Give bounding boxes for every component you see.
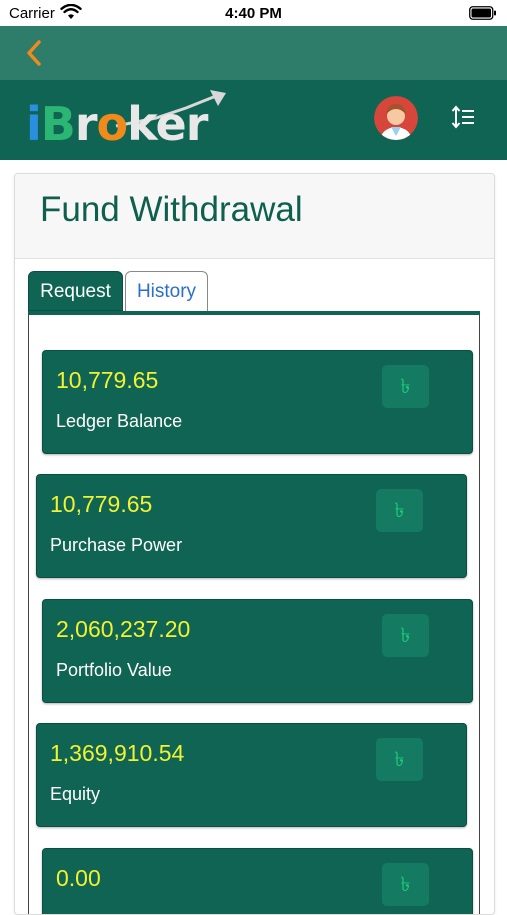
user-avatar[interactable] xyxy=(374,96,418,140)
nav-bar xyxy=(0,26,507,80)
taka-icon: ৳ xyxy=(376,489,423,532)
tab-history[interactable]: History xyxy=(125,271,208,311)
balance-value: 10,779.65 xyxy=(50,491,153,517)
taka-icon: ৳ xyxy=(382,614,429,657)
portfolio-value-card: 2,060,237.20 Portfolio Value ৳ xyxy=(42,599,473,703)
balance-card: 0.00 ৳ xyxy=(42,848,473,914)
balance-value: 2,060,237.20 xyxy=(56,616,191,642)
balance-value: 0.00 xyxy=(56,865,101,891)
balance-label: Purchase Power xyxy=(50,535,183,555)
taka-icon: ৳ xyxy=(382,365,429,408)
tab-request[interactable]: Request xyxy=(28,271,123,311)
sort-list-icon[interactable] xyxy=(450,104,476,130)
page-title: Fund Withdrawal xyxy=(40,190,303,229)
app-header: iBroker iBroker xyxy=(0,80,507,160)
taka-icon: ৳ xyxy=(376,738,423,781)
balance-label: Equity xyxy=(50,784,101,804)
ledger-balance-card: 10,779.65 Ledger Balance ৳ xyxy=(42,350,473,454)
balance-value: 1,369,910.54 xyxy=(50,740,185,766)
ibroker-logo: iBroker iBroker xyxy=(26,88,231,155)
balance-label: Ledger Balance xyxy=(56,411,183,431)
balance-label: Portfolio Value xyxy=(56,660,172,680)
status-bar: Carrier 4:40 PM xyxy=(0,0,507,26)
chevron-left-icon[interactable] xyxy=(22,38,48,68)
clock: 4:40 PM xyxy=(225,5,282,22)
request-panel: 10,779.65 Ledger Balance ৳ 10,779.65 Pur… xyxy=(28,315,480,914)
card-header: Fund Withdrawal xyxy=(15,174,494,259)
svg-text:iBroker: iBroker xyxy=(26,97,209,150)
fund-withdrawal-card: Fund Withdrawal Request History 10,779.6… xyxy=(14,173,495,915)
battery-icon xyxy=(469,6,497,25)
equity-card: 1,369,910.54 Equity ৳ xyxy=(36,723,467,827)
balance-value: 10,779.65 xyxy=(56,367,159,393)
purchase-power-card: 10,779.65 Purchase Power ৳ xyxy=(36,474,467,578)
